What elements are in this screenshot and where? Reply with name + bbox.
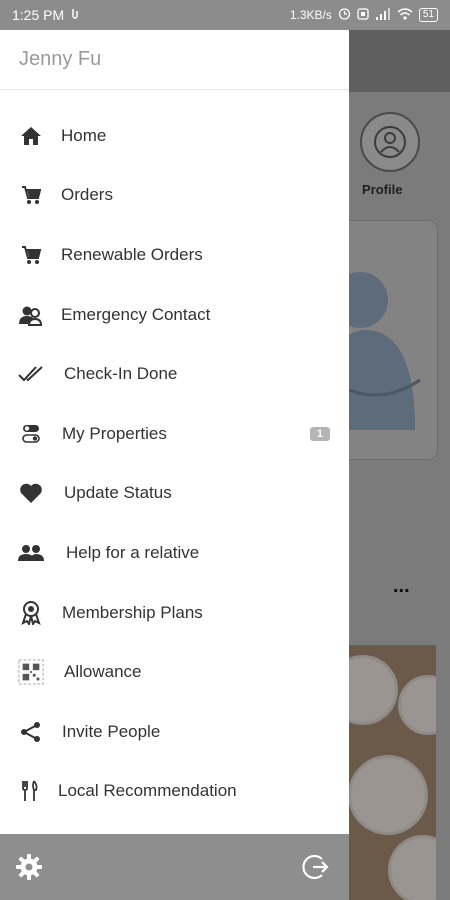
share-icon xyxy=(18,719,44,745)
notification-icon xyxy=(70,7,82,23)
cart-icon xyxy=(18,182,44,208)
alarm-icon xyxy=(338,7,351,23)
wifi-icon xyxy=(397,7,413,23)
user-name: Jenny Fu xyxy=(19,48,102,70)
people-icon xyxy=(18,540,44,566)
menu-item-allowance[interactable]: Allowance xyxy=(0,642,349,702)
network-speed: 1.3KB/s xyxy=(289,8,332,22)
utensils-icon xyxy=(18,778,44,804)
menu-item-label: Emergency Contact xyxy=(61,304,211,324)
logout-icon[interactable] xyxy=(301,852,331,882)
drawer-footer xyxy=(0,834,349,900)
menu-item-home[interactable]: Home xyxy=(0,106,349,166)
menu-item-label: Orders xyxy=(61,185,113,205)
cart-icon xyxy=(18,242,44,268)
menu-item-label: Invite People xyxy=(62,721,161,741)
toggles-icon xyxy=(18,421,44,447)
status-bar: 1:25 PM 1.3KB/s 51 xyxy=(0,0,450,30)
menu-item-emergency-contact[interactable]: Emergency Contact xyxy=(0,285,349,345)
properties-count-badge: 1 xyxy=(309,426,330,441)
drawer-menu: Home Orders Renewable Orders Emergency C… xyxy=(0,90,349,821)
menu-item-help-relative[interactable]: Help for a relative xyxy=(0,523,349,583)
menu-item-label: Renewable Orders xyxy=(61,244,203,264)
menu-item-invite-people[interactable]: Invite People xyxy=(0,702,349,762)
menu-item-label: Local Recommendation xyxy=(58,781,237,801)
award-icon xyxy=(18,600,44,626)
home-icon xyxy=(18,123,44,149)
menu-item-membership-plans[interactable]: Membership Plans xyxy=(0,583,349,643)
profile-label: Profile xyxy=(362,182,403,197)
menu-item-my-properties[interactable]: My Properties 1 xyxy=(0,404,349,464)
menu-item-label: Allowance xyxy=(64,662,142,682)
heart-icon xyxy=(18,480,44,506)
sim-icon xyxy=(357,7,369,23)
menu-item-check-in-done[interactable]: Check-In Done xyxy=(0,344,349,404)
navigation-drawer: Jenny Fu Home Orders Renewable Orders Em… xyxy=(0,30,349,900)
menu-item-local-recommendation[interactable]: Local Recommendation xyxy=(0,762,349,822)
menu-item-label: Membership Plans xyxy=(62,602,203,622)
menu-item-orders[interactable]: Orders xyxy=(0,166,349,226)
contacts-icon xyxy=(18,302,44,328)
menu-item-label: Home xyxy=(61,125,107,145)
signal-icon xyxy=(375,7,391,23)
more-icon: ... xyxy=(393,575,410,597)
menu-item-label: Check-In Done xyxy=(64,364,178,384)
double-check-icon xyxy=(18,361,44,387)
battery-indicator: 51 xyxy=(418,8,438,22)
qr-icon xyxy=(18,659,44,685)
menu-item-label: My Properties xyxy=(62,423,167,443)
profile-avatar-icon xyxy=(360,112,420,172)
menu-item-renewable-orders[interactable]: Renewable Orders xyxy=(0,225,349,285)
food-photo xyxy=(348,645,436,900)
menu-item-update-status[interactable]: Update Status xyxy=(0,464,349,524)
drawer-header: Jenny Fu xyxy=(0,30,349,90)
status-time: 1:25 PM xyxy=(12,7,65,23)
menu-item-label: Help for a relative xyxy=(66,542,200,562)
gear-icon[interactable] xyxy=(14,852,44,882)
menu-item-label: Update Status xyxy=(64,483,172,503)
